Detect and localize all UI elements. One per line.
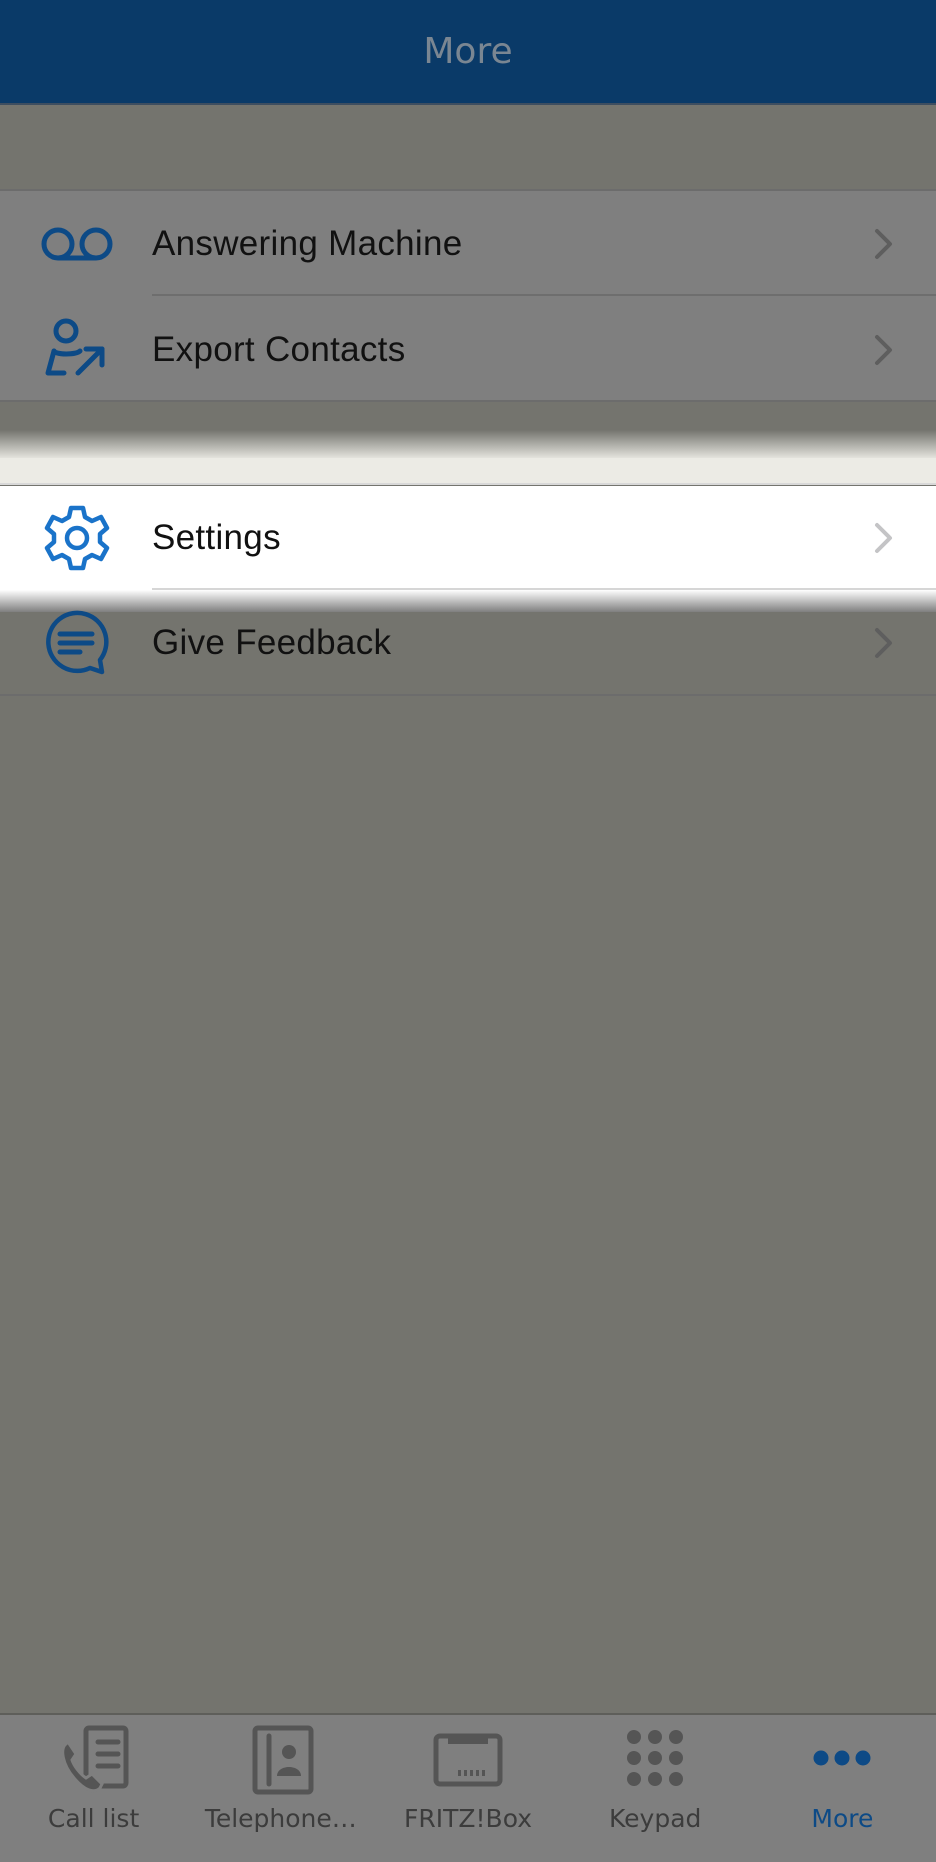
menu-item-label: Give Feedback — [152, 622, 392, 662]
menu-item-label: Export Contacts — [152, 329, 406, 369]
tab-label: Call list — [47, 1804, 140, 1833]
call-list-icon — [58, 1724, 130, 1796]
export-contact-icon — [40, 313, 114, 387]
menu-item-export-contacts[interactable]: Export Contacts — [0, 297, 936, 402]
fritzbox-icon — [432, 1724, 504, 1796]
tab-bar: Call list Telephone… FRITZ!Box Keypad Mo… — [0, 1713, 936, 1862]
spotlight-fade — [0, 430, 936, 460]
tab-label: Keypad — [609, 1804, 702, 1833]
tab-label: More — [811, 1804, 874, 1833]
voicemail-icon — [40, 207, 114, 281]
tab-keypad[interactable]: Keypad — [562, 1715, 749, 1862]
tab-telephone-book[interactable]: Telephone… — [187, 1715, 374, 1862]
feedback-icon — [40, 606, 114, 680]
tab-label: FRITZ!Box — [404, 1804, 533, 1833]
more-dots-icon — [806, 1724, 878, 1796]
menu-item-give-feedback[interactable]: Give Feedback — [0, 590, 936, 695]
menu-item-answering-machine[interactable]: Answering Machine — [0, 191, 936, 296]
chevron-right-icon — [875, 523, 892, 553]
menu-item-label: Settings — [152, 518, 281, 557]
spotlight-section-header — [0, 458, 936, 485]
gear-icon — [40, 501, 114, 575]
tab-more[interactable]: More — [749, 1715, 936, 1862]
chevron-right-icon — [875, 228, 892, 259]
chevron-right-icon — [875, 334, 892, 365]
menu-item-settings[interactable]: Settings — [0, 486, 936, 590]
menu-item-label: Answering Machine — [152, 223, 463, 263]
tab-fritzbox[interactable]: FRITZ!Box — [374, 1715, 561, 1862]
menu-group-1: Answering Machine Export Contacts — [0, 189, 936, 402]
page-title: More — [423, 31, 513, 72]
tab-call-list[interactable]: Call list — [0, 1715, 187, 1862]
tab-label: Telephone… — [204, 1804, 357, 1833]
navigation-bar: More — [0, 0, 936, 105]
row-separator — [152, 294, 936, 296]
menu-group-2: Give Feedback — [0, 590, 936, 696]
keypad-icon — [619, 1724, 691, 1796]
chevron-right-icon — [875, 627, 892, 658]
phonebook-icon — [245, 1724, 317, 1796]
